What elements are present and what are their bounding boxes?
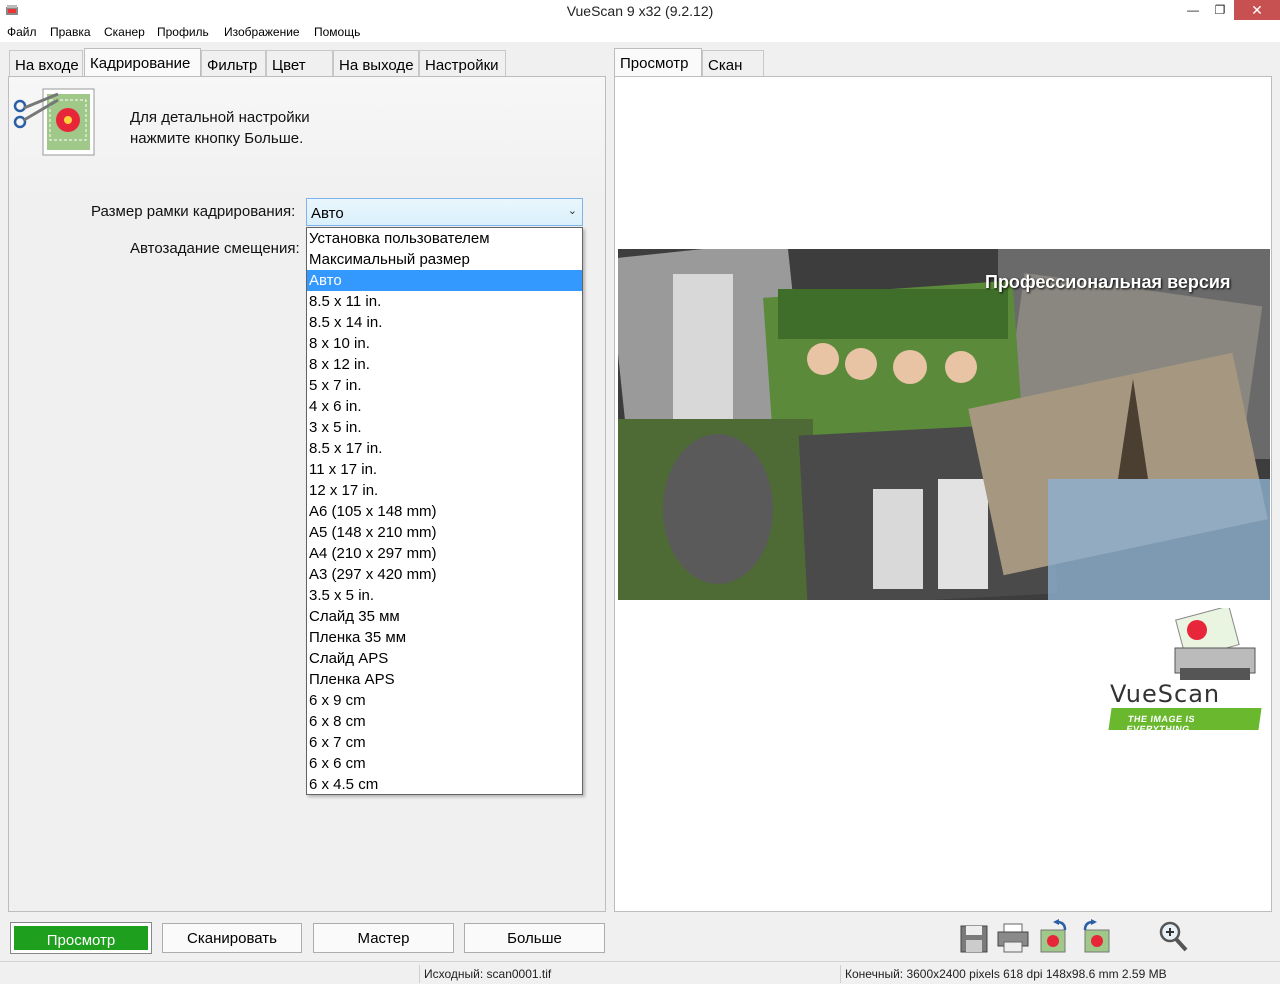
zoom-in-icon[interactable]: [1156, 918, 1190, 954]
dropdown-option[interactable]: Установка пользователем: [307, 228, 582, 249]
minimize-button[interactable]: —: [1178, 0, 1208, 20]
tab-filter[interactable]: Фильтр: [201, 50, 266, 76]
status-divider: [419, 965, 420, 983]
crop-size-label: Размер рамки кадрирования:: [91, 203, 296, 220]
menu-scanner[interactable]: Сканер: [104, 25, 145, 39]
preview-image: [618, 249, 1270, 600]
dropdown-option[interactable]: 5 x 7 in.: [307, 375, 582, 396]
dropdown-option[interactable]: A5 (148 x 210 mm): [307, 522, 582, 543]
dropdown-option[interactable]: Максимальный размер: [307, 249, 582, 270]
dropdown-option[interactable]: Слайд 35 мм: [307, 606, 582, 627]
dropdown-option[interactable]: 6 x 9 cm: [307, 690, 582, 711]
menu-file[interactable]: Файл: [7, 25, 37, 39]
rotate-left-icon[interactable]: [1037, 918, 1071, 954]
dropdown-option[interactable]: A6 (105 x 148 mm): [307, 501, 582, 522]
tab-scan[interactable]: Скан: [702, 50, 764, 76]
status-divider: [840, 965, 841, 983]
scan-button[interactable]: Сканировать: [162, 923, 302, 953]
menu-profile[interactable]: Профиль: [157, 25, 209, 39]
dropdown-option[interactable]: Слайд APS: [307, 648, 582, 669]
dropdown-option[interactable]: Пленка 35 мм: [307, 627, 582, 648]
info-text: Для детальной настройки нажмите кнопку Б…: [130, 107, 310, 149]
pro-version-banner: Профессиональная версия: [985, 272, 1231, 292]
crop-size-value: Авто: [311, 205, 344, 222]
dropdown-option[interactable]: 6 x 7 cm: [307, 732, 582, 753]
tab-output[interactable]: На выходе: [333, 50, 419, 76]
dropdown-option[interactable]: 4 x 6 in.: [307, 396, 582, 417]
dropdown-option[interactable]: 3.5 x 5 in.: [307, 585, 582, 606]
more-button[interactable]: Больше: [464, 923, 605, 953]
tab-crop[interactable]: Кадрирование: [84, 48, 201, 76]
crop-size-dropdown: Установка пользователем Максимальный раз…: [306, 227, 583, 795]
vuescan-tagline: THE IMAGE IS EVERYTHING: [1108, 708, 1262, 734]
auto-offset-label: Автозадание смещения:: [130, 240, 300, 257]
preview-button[interactable]: Просмотр: [10, 922, 152, 954]
close-button[interactable]: ✕: [1234, 0, 1280, 20]
window-title: VueScan 9 x32 (9.2.12): [566, 3, 714, 19]
dropdown-option-selected[interactable]: Авто: [307, 270, 582, 291]
status-bar: Исходный: scan0001.tif Конечный: 3600x24…: [0, 961, 1280, 984]
title-bar: VueScan 9 x32 (9.2.12) — ❐ ✕: [0, 0, 1280, 22]
status-source: Исходный: scan0001.tif: [424, 967, 552, 981]
dropdown-option[interactable]: Пленка APS: [307, 669, 582, 690]
dropdown-option[interactable]: 3 x 5 in.: [307, 417, 582, 438]
dropdown-option[interactable]: A4 (210 x 297 mm): [307, 543, 582, 564]
dropdown-option[interactable]: 12 x 17 in.: [307, 480, 582, 501]
save-icon[interactable]: [957, 918, 991, 954]
rotate-right-icon[interactable]: [1079, 918, 1113, 954]
dropdown-option[interactable]: A3 (297 x 420 mm): [307, 564, 582, 585]
tab-color[interactable]: Цвет: [266, 50, 333, 76]
menu-edit[interactable]: Правка: [50, 25, 91, 39]
wizard-button[interactable]: Мастер: [313, 923, 454, 953]
crop-scissors-icon: [13, 88, 95, 156]
info-line-1: Для детальной настройки: [130, 109, 310, 126]
tab-preview[interactable]: Просмотр: [614, 48, 702, 76]
dropdown-option[interactable]: 8.5 x 11 in.: [307, 291, 582, 312]
status-output: Конечный: 3600x2400 pixels 618 dpi 148x9…: [845, 967, 1167, 981]
menu-image[interactable]: Изображение: [224, 25, 300, 39]
dropdown-option[interactable]: 6 x 8 cm: [307, 711, 582, 732]
dropdown-option[interactable]: 8 x 12 in.: [307, 354, 582, 375]
crop-size-select[interactable]: Авто ⌄: [306, 198, 583, 226]
menu-help[interactable]: Помощь: [314, 25, 360, 39]
menu-bar: Файл Правка Сканер Профиль Изображение П…: [0, 22, 1280, 42]
dropdown-option[interactable]: 8.5 x 14 in.: [307, 312, 582, 333]
vuescan-logo-text: VueScan: [1110, 680, 1221, 708]
tab-settings[interactable]: Настройки: [419, 50, 506, 76]
dropdown-option[interactable]: 8 x 10 in.: [307, 333, 582, 354]
dropdown-option[interactable]: 6 x 6 cm: [307, 753, 582, 774]
tab-input[interactable]: На входе: [9, 50, 83, 76]
info-line-2: нажмите кнопку Больше.: [130, 130, 304, 147]
chevron-down-icon: ⌄: [567, 205, 577, 217]
dropdown-option[interactable]: 6 x 4.5 cm: [307, 774, 582, 795]
dropdown-option[interactable]: 8.5 x 17 in.: [307, 438, 582, 459]
dropdown-option[interactable]: 11 x 17 in.: [307, 459, 582, 480]
print-icon[interactable]: [996, 918, 1030, 954]
maximize-button[interactable]: ❐: [1205, 0, 1235, 20]
